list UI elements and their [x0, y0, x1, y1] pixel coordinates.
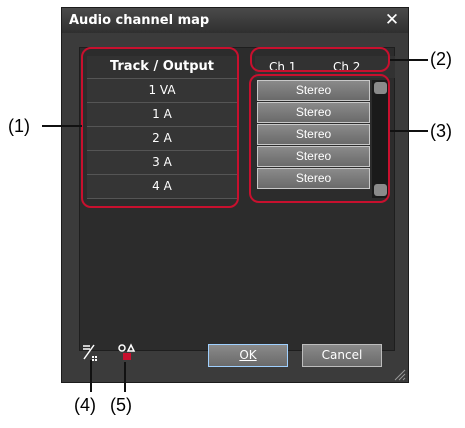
callout-box-3 — [249, 74, 390, 203]
close-icon[interactable]: ✕ — [384, 8, 400, 33]
ok-button[interactable]: OK — [208, 344, 288, 367]
callout-line-4 — [90, 360, 92, 392]
callout-box-2 — [250, 47, 390, 72]
callout-line-1 — [42, 125, 82, 127]
cancel-label: Cancel — [321, 348, 363, 362]
resize-grip-icon[interactable] — [394, 368, 406, 381]
callout-label-5: (5) — [110, 395, 132, 415]
callout-label-4: (4) — [74, 395, 96, 415]
dialog-titlebar: Audio channel map ✕ — [62, 8, 408, 33]
dialog-title: Audio channel map — [69, 13, 210, 28]
callout-line-2 — [390, 59, 428, 61]
callout-label-1: (1) — [8, 116, 30, 136]
callout-line-3 — [390, 130, 428, 132]
callout-label-2: (2) — [430, 49, 452, 69]
cancel-button[interactable]: Cancel — [302, 344, 382, 367]
ok-label: OK — [239, 348, 257, 362]
callout-line-5 — [124, 362, 126, 392]
callout-label-3: (3) — [430, 121, 452, 141]
routing-preset-icon[interactable] — [117, 342, 137, 364]
callout-box-1 — [81, 47, 239, 208]
